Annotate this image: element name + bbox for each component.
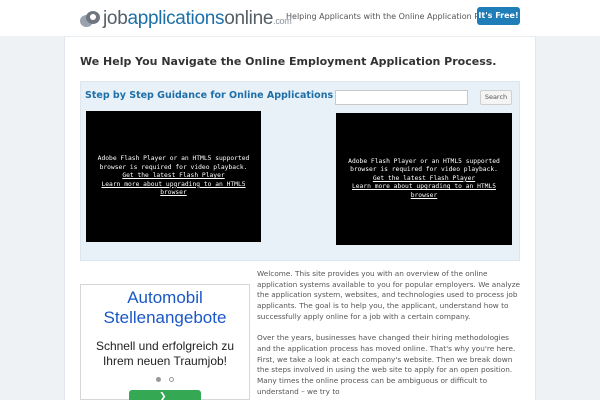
video-message: Adobe Flash Player or an HTML5 supported…: [348, 157, 500, 174]
flash-player-link[interactable]: Get the latest Flash Player: [90, 172, 257, 180]
carousel-dot[interactable]: [169, 377, 174, 382]
video-message: Adobe Flash Player or an HTML5 supported…: [97, 155, 250, 171]
ad-title[interactable]: Automobil Stellenangebote: [80, 288, 250, 328]
search-input[interactable]: [335, 90, 468, 105]
html5-upgrade-link[interactable]: Learn more about upgrading to an HTML5 b…: [340, 183, 508, 200]
page-background-right: [536, 36, 600, 400]
ad-cta-button[interactable]: ❯: [129, 390, 201, 400]
ad-carousel-dots: [156, 377, 174, 382]
its-free-button[interactable]: It's Free!: [477, 7, 520, 25]
search-button[interactable]: Search: [480, 90, 512, 105]
page-background-left: [0, 36, 64, 400]
site-tagline: Helping Applicants with the Online Appli…: [286, 12, 505, 21]
arrow-right-icon: ❯: [159, 392, 167, 400]
video-player[interactable]: Adobe Flash Player or an HTML5 supported…: [336, 113, 512, 245]
site-header: jobapplicationsonline.com Helping Applic…: [0, 0, 600, 36]
site-logo[interactable]: jobapplicationsonline.com: [80, 8, 292, 31]
html5-upgrade-link[interactable]: Learn more about upgrading to an HTML5 b…: [90, 181, 257, 198]
page-title: We Help You Navigate the Online Employme…: [80, 55, 497, 68]
intro-text: Welcome. This site provides you with an …: [257, 269, 523, 400]
logo-text: jobapplicationsonline.com: [103, 8, 292, 29]
flash-player-link[interactable]: Get the latest Flash Player: [340, 175, 508, 183]
guide-title: Step by Step Guidance for Online Applica…: [85, 90, 334, 101]
carousel-dot-active[interactable]: [156, 377, 161, 382]
intro-paragraph: Welcome. This site provides you with an …: [257, 269, 521, 321]
intro-paragraph: Over the years, businesses have changed …: [257, 333, 516, 396]
video-player[interactable]: Adobe Flash Player or an HTML5 supported…: [86, 111, 261, 242]
logo-icon: [80, 10, 100, 30]
ad-subtitle: Schnell und erfolgreich zu Ihrem neuen T…: [95, 339, 235, 368]
